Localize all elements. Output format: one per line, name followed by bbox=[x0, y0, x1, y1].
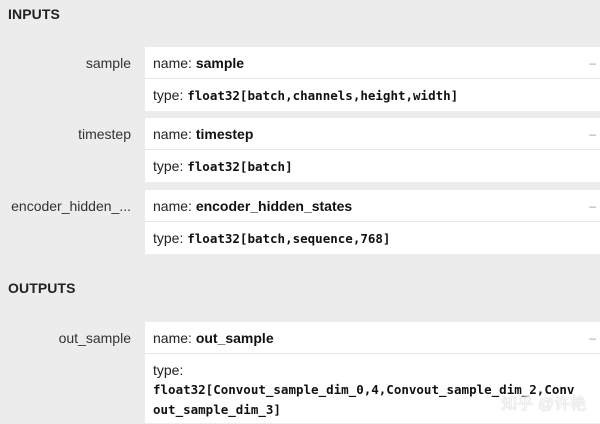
inputs-section-title: INPUTS bbox=[8, 6, 60, 22]
input-label-encoder-hidden-states[interactable]: encoder_hidden_... bbox=[11, 198, 131, 214]
input-name-row: name: encoder_hidden_states – bbox=[145, 190, 600, 222]
output-name-value: out_sample bbox=[195, 330, 274, 346]
input-label-sample[interactable]: sample bbox=[86, 55, 131, 71]
type-prefix: type: bbox=[153, 158, 184, 174]
watermark: 知乎 @许艳 bbox=[501, 396, 586, 413]
outputs-section-title: OUTPUTS bbox=[8, 280, 76, 296]
input-name-row: name: sample – bbox=[145, 47, 600, 79]
collapse-icon[interactable]: – bbox=[589, 47, 596, 79]
collapse-icon[interactable]: – bbox=[589, 190, 596, 222]
input-type-value: float32[batch] bbox=[187, 159, 293, 174]
name-prefix: name: bbox=[153, 198, 192, 214]
input-type-row: type: float32[batch,sequence,768] bbox=[145, 222, 600, 254]
input-name-value: encoder_hidden_states bbox=[195, 198, 353, 214]
collapse-icon[interactable]: – bbox=[589, 118, 596, 150]
output-name-row: name: out_sample – bbox=[145, 322, 600, 354]
input-name-value: timestep bbox=[195, 126, 254, 142]
input-name-value: sample bbox=[195, 55, 245, 71]
type-prefix: type: bbox=[153, 362, 184, 378]
input-card-timestep[interactable]: name: timestep – type: float32[batch] bbox=[145, 118, 600, 182]
input-label-timestep[interactable]: timestep bbox=[78, 126, 131, 142]
input-card-sample[interactable]: name: sample – type: float32[batch,chann… bbox=[145, 47, 600, 111]
input-card-encoder-hidden-states[interactable]: name: encoder_hidden_states – type: floa… bbox=[145, 190, 600, 254]
input-name-row: name: timestep – bbox=[145, 118, 600, 150]
input-type-value: float32[batch,channels,height,width] bbox=[187, 88, 459, 103]
input-type-value: float32[batch,sequence,768] bbox=[187, 231, 391, 246]
output-label-out-sample[interactable]: out_sample bbox=[59, 330, 131, 346]
name-prefix: name: bbox=[153, 55, 192, 71]
type-prefix: type: bbox=[153, 87, 184, 103]
name-prefix: name: bbox=[153, 126, 192, 142]
input-type-row: type: float32[batch,channels,height,widt… bbox=[145, 79, 600, 111]
collapse-icon[interactable]: – bbox=[589, 322, 596, 354]
input-type-row: type: float32[batch] bbox=[145, 150, 600, 182]
name-prefix: name: bbox=[153, 330, 192, 346]
type-prefix: type: bbox=[153, 230, 184, 246]
